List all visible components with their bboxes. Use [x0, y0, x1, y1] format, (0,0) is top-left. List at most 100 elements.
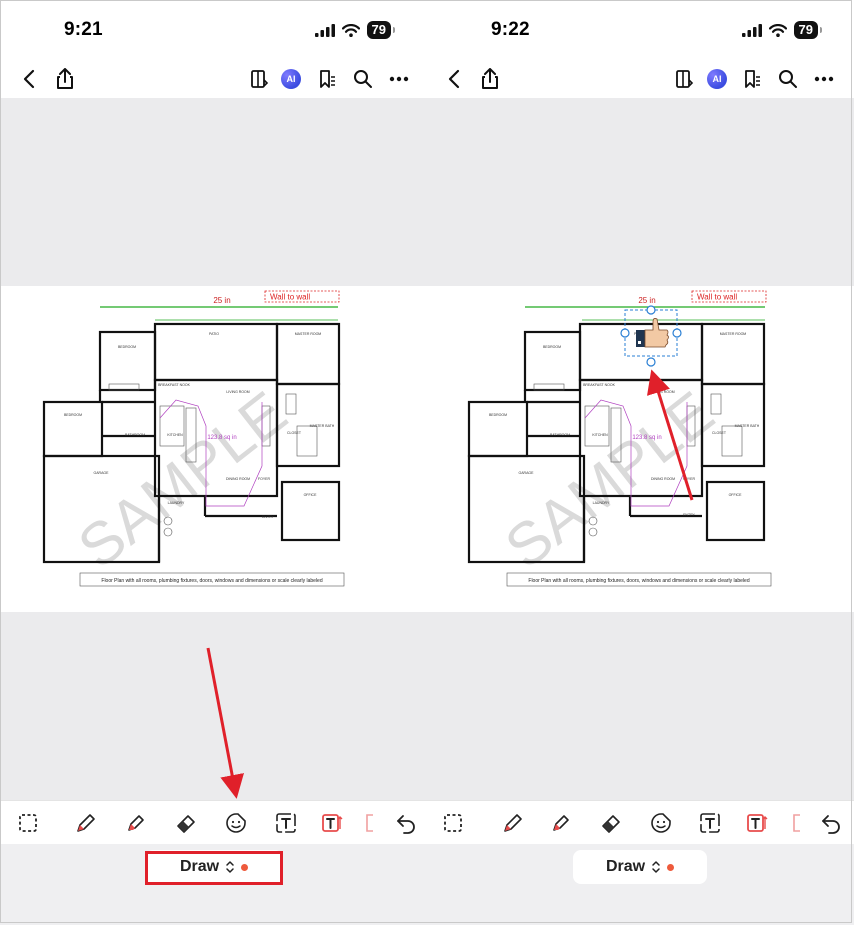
- more-button[interactable]: [384, 64, 414, 94]
- svg-text:KITCHEN: KITCHEN: [167, 433, 183, 437]
- resize-handle-left[interactable]: [620, 328, 630, 338]
- cellular-signal-icon: [741, 23, 762, 37]
- partial-tool-icon: [366, 814, 373, 832]
- search-button[interactable]: [348, 64, 378, 94]
- draw-mode-button[interactable]: Draw: [573, 850, 707, 884]
- resize-handle-right[interactable]: [672, 328, 682, 338]
- sticker-icon: [651, 813, 671, 833]
- annotation-toolbar: [0, 800, 427, 845]
- left-screen: 9:21 79 AI SAMPLE 25 in Wall to wall 123…: [0, 0, 427, 925]
- svg-text:OFFICE: OFFICE: [729, 493, 742, 497]
- sticker-tool[interactable]: [645, 807, 677, 839]
- right-screen: 9:22 79 AI SAMPLE 25 in Wall to wall 123…: [427, 0, 854, 925]
- highlighter-tool[interactable]: [545, 807, 577, 839]
- text-callout-tool[interactable]: [316, 807, 348, 839]
- more-button[interactable]: [809, 64, 839, 94]
- svg-text:LAUNDRY: LAUNDRY: [168, 501, 185, 505]
- ai-assistant-button[interactable]: AI: [276, 64, 306, 94]
- pdf-page[interactable]: SAMPLE 25 in Wall to wall 123.8 sq in BE…: [427, 286, 854, 612]
- share-button[interactable]: [50, 64, 80, 94]
- thumbs-up-sticker[interactable]: [636, 318, 669, 348]
- dimension-label: 25 in: [638, 296, 655, 305]
- back-button[interactable]: [14, 64, 44, 94]
- svg-text:DINING ROOM: DINING ROOM: [226, 477, 250, 481]
- sticker-icon: [226, 813, 246, 833]
- status-icons: 79: [314, 21, 396, 39]
- rotate-handle[interactable]: [646, 357, 656, 367]
- eraser-tool[interactable]: [595, 807, 627, 839]
- book-icon: [251, 70, 269, 88]
- bookmark-list-icon: [320, 70, 335, 88]
- reader-mode-button[interactable]: [669, 64, 699, 94]
- back-button[interactable]: [439, 64, 469, 94]
- svg-text:GARAGE: GARAGE: [519, 471, 535, 475]
- text-box-tool[interactable]: [694, 807, 726, 839]
- svg-text:ENTRY: ENTRY: [683, 513, 695, 517]
- bookmarks-button[interactable]: [737, 64, 767, 94]
- color-dot: [241, 863, 249, 871]
- svg-text:BREAKFAST NOOK: BREAKFAST NOOK: [158, 383, 190, 387]
- callout-label: Wall to wall: [270, 293, 310, 302]
- sticker-tool[interactable]: [220, 807, 252, 839]
- thumbs-up-icon: [644, 318, 669, 348]
- bookmarks-button[interactable]: [312, 64, 342, 94]
- floor-plan-caption: Floor Plan with all rooms, plumbing fixt…: [101, 578, 322, 584]
- undo-icon: [397, 815, 415, 834]
- chevron-up-down-icon: [226, 861, 234, 873]
- undo-button[interactable]: [815, 807, 847, 839]
- mode-bar: Draw: [0, 844, 427, 925]
- callout-label: Wall to wall: [697, 293, 737, 302]
- cellular-signal-icon: [314, 23, 335, 37]
- svg-text:KITCHEN: KITCHEN: [592, 433, 608, 437]
- highlighter-icon: [553, 815, 569, 831]
- text-callout-tool[interactable]: [741, 807, 773, 839]
- text-box-tool[interactable]: [270, 807, 302, 839]
- wifi-icon: [768, 23, 787, 37]
- ai-badge: AI: [281, 69, 301, 89]
- document-viewer[interactable]: SAMPLE 25 in Wall to wall 123.8 sq in BE…: [0, 98, 427, 800]
- eraser-tool[interactable]: [170, 807, 202, 839]
- text-box-icon: [700, 813, 720, 833]
- svg-text:MASTER ROOM: MASTER ROOM: [295, 332, 322, 336]
- highlighter-icon: [128, 815, 144, 831]
- partial-tool[interactable]: [789, 807, 803, 839]
- pdf-page[interactable]: SAMPLE 25 in Wall to wall 123.8 sq in BE…: [0, 286, 427, 612]
- undo-button[interactable]: [390, 807, 422, 839]
- chevron-up-down-icon: [652, 861, 660, 873]
- svg-text:LIVING ROOM: LIVING ROOM: [651, 390, 674, 394]
- pen-icon: [77, 814, 95, 832]
- draw-mode-button[interactable]: Draw: [145, 850, 283, 884]
- resize-handle-top[interactable]: [646, 305, 656, 315]
- partial-tool[interactable]: [362, 807, 376, 839]
- annotation-toolbar: [427, 800, 854, 845]
- select-icon: [19, 814, 37, 832]
- select-tool[interactable]: [12, 807, 44, 839]
- text-box-icon: [276, 813, 296, 833]
- mode-label: Draw: [605, 858, 646, 875]
- highlighter-tool[interactable]: [120, 807, 152, 839]
- svg-text:BATHROOM: BATHROOM: [125, 433, 145, 437]
- pen-icon: [504, 814, 522, 832]
- mode-label: Draw: [179, 858, 220, 875]
- select-tool[interactable]: [437, 807, 469, 839]
- pen-tool[interactable]: [497, 807, 529, 839]
- select-icon: [444, 814, 462, 832]
- floor-plan: SAMPLE 25 in Wall to wall 123.8 sq in BE…: [42, 290, 345, 587]
- pen-tool[interactable]: [70, 807, 102, 839]
- bookmark-list-icon: [745, 70, 760, 88]
- search-button[interactable]: [773, 64, 803, 94]
- floor-plan: SAMPLE 25 in Wall to wall 123.8 sq in BE…: [467, 290, 772, 587]
- share-button[interactable]: [475, 64, 505, 94]
- document-viewer[interactable]: SAMPLE 25 in Wall to wall 123.8 sq in BE…: [427, 98, 854, 800]
- sticker-selection[interactable]: [620, 305, 682, 367]
- reader-mode-button[interactable]: [244, 64, 274, 94]
- svg-text:BREAKFAST NOOK: BREAKFAST NOOK: [583, 383, 615, 387]
- chevron-left-icon: [23, 69, 35, 89]
- ai-assistant-button[interactable]: AI: [702, 64, 732, 94]
- text-callout-icon: [747, 814, 768, 832]
- text-callout-icon: [322, 814, 343, 832]
- battery-indicator: 79: [366, 21, 396, 39]
- svg-text:BEDROOM: BEDROOM: [64, 413, 82, 417]
- status-time: 9:21: [64, 19, 103, 40]
- svg-text:BEDROOM: BEDROOM: [118, 345, 136, 349]
